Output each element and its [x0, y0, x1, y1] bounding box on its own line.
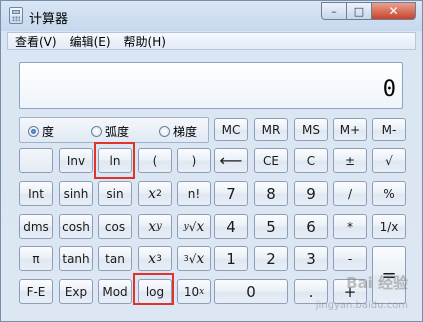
- subtract-button[interactable]: -: [333, 246, 367, 271]
- baidu-watermark-url: jingyan.baidu.com: [315, 300, 408, 311]
- mode-gradians-label: 梯度: [173, 125, 198, 139]
- window-controls: – □ ✕: [321, 2, 416, 20]
- cube-root-x: x: [196, 250, 205, 267]
- clear-button[interactable]: C: [294, 148, 328, 173]
- cube-root-symbol: √: [188, 251, 197, 266]
- menu-help[interactable]: 帮助(H): [124, 33, 166, 50]
- sin-button[interactable]: sin: [98, 181, 132, 206]
- close-button[interactable]: ✕: [372, 2, 416, 20]
- radio-degrees[interactable]: [28, 126, 39, 137]
- mode-degrees[interactable]: 度: [28, 123, 54, 140]
- cosh-button[interactable]: cosh: [59, 214, 93, 239]
- display-value: 0: [382, 77, 396, 102]
- mode-radians[interactable]: 弧度: [91, 123, 129, 140]
- radio-gradians[interactable]: [159, 126, 170, 137]
- ce-button[interactable]: CE: [254, 148, 288, 173]
- minimize-button[interactable]: –: [321, 2, 347, 20]
- radio-radians[interactable]: [91, 126, 102, 137]
- m-minus-button[interactable]: M-: [372, 118, 406, 141]
- cube-base: x: [148, 250, 157, 267]
- power-exponent: y: [156, 221, 162, 232]
- digit-8-button[interactable]: 8: [254, 181, 288, 206]
- dms-button[interactable]: dms: [19, 214, 53, 239]
- ln-button[interactable]: ln: [98, 148, 132, 173]
- fe-button[interactable]: F-E: [19, 279, 53, 304]
- menu-bar: 查看(V) 编辑(E) 帮助(H): [7, 32, 416, 50]
- backspace-button[interactable]: ⟵: [214, 148, 248, 173]
- digit-2-button[interactable]: 2: [254, 246, 288, 271]
- calculator-app-icon: [9, 7, 23, 24]
- ten-power-exponent: x: [199, 286, 205, 297]
- mode-gradians[interactable]: 梯度: [159, 123, 197, 140]
- ten-power-button[interactable]: 10 x: [177, 279, 211, 304]
- tanh-button[interactable]: tanh: [59, 246, 93, 271]
- right-paren-button[interactable]: ): [177, 148, 211, 173]
- log-button[interactable]: log: [138, 279, 172, 304]
- digit-0-button[interactable]: 0: [214, 279, 288, 304]
- cube-root-button[interactable]: 3 √ x: [177, 246, 211, 271]
- digit-9-button[interactable]: 9: [294, 181, 328, 206]
- yth-root-button[interactable]: y √ x: [177, 214, 211, 239]
- baidu-watermark: Bai 经验: [346, 274, 408, 292]
- blank-button: [19, 148, 53, 173]
- square-button[interactable]: x2: [138, 181, 172, 206]
- tan-button[interactable]: tan: [98, 246, 132, 271]
- window-title: 计算器: [29, 12, 69, 27]
- multiply-button[interactable]: *: [333, 214, 367, 239]
- mode-radians-label: 弧度: [105, 125, 130, 139]
- divide-button[interactable]: /: [333, 181, 367, 206]
- square-base: x: [148, 185, 157, 202]
- title-bar[interactable]: 计算器 – □ ✕: [1, 1, 422, 31]
- angle-mode-group: 度 弧度 梯度: [19, 117, 209, 143]
- power-button[interactable]: xy: [138, 214, 172, 239]
- digit-5-button[interactable]: 5: [254, 214, 288, 239]
- inv-button[interactable]: Inv: [59, 148, 93, 173]
- calculator-window: 计算器 – □ ✕ 查看(V) 编辑(E) 帮助(H) 0 度 弧度 梯度 MC…: [0, 0, 423, 322]
- yth-root-x: x: [196, 218, 205, 235]
- reciprocal-button[interactable]: 1/x: [372, 214, 406, 239]
- digit-7-button[interactable]: 7: [214, 181, 248, 206]
- left-paren-button[interactable]: (: [138, 148, 172, 173]
- mc-button[interactable]: MC: [214, 118, 248, 141]
- int-button[interactable]: Int: [19, 181, 53, 206]
- sqrt-button[interactable]: √: [372, 148, 406, 173]
- yth-root-symbol: √: [188, 219, 197, 234]
- menu-view[interactable]: 查看(V): [15, 33, 57, 50]
- cube-button[interactable]: x3: [138, 246, 172, 271]
- cube-exponent: 3: [156, 253, 162, 264]
- mr-button[interactable]: MR: [254, 118, 288, 141]
- digit-1-button[interactable]: 1: [214, 246, 248, 271]
- pi-button[interactable]: π: [19, 246, 53, 271]
- exp-button[interactable]: Exp: [59, 279, 93, 304]
- menu-edit[interactable]: 编辑(E): [70, 33, 111, 50]
- square-exponent: 2: [156, 188, 162, 199]
- mode-degrees-label: 度: [42, 125, 55, 139]
- cos-button[interactable]: cos: [98, 214, 132, 239]
- digit-3-button[interactable]: 3: [294, 246, 328, 271]
- m-plus-button[interactable]: M+: [333, 118, 367, 141]
- percent-button[interactable]: %: [372, 181, 406, 206]
- ten-power-base: 10: [183, 284, 200, 299]
- factorial-button[interactable]: n!: [177, 181, 211, 206]
- plus-minus-button[interactable]: ±: [333, 148, 367, 173]
- ms-button[interactable]: MS: [294, 118, 328, 141]
- result-display: 0: [19, 62, 403, 109]
- power-base: x: [148, 218, 157, 235]
- sinh-button[interactable]: sinh: [59, 181, 93, 206]
- digit-4-button[interactable]: 4: [214, 214, 248, 239]
- digit-6-button[interactable]: 6: [294, 214, 328, 239]
- mod-button[interactable]: Mod: [98, 279, 132, 304]
- maximize-button[interactable]: □: [347, 2, 372, 20]
